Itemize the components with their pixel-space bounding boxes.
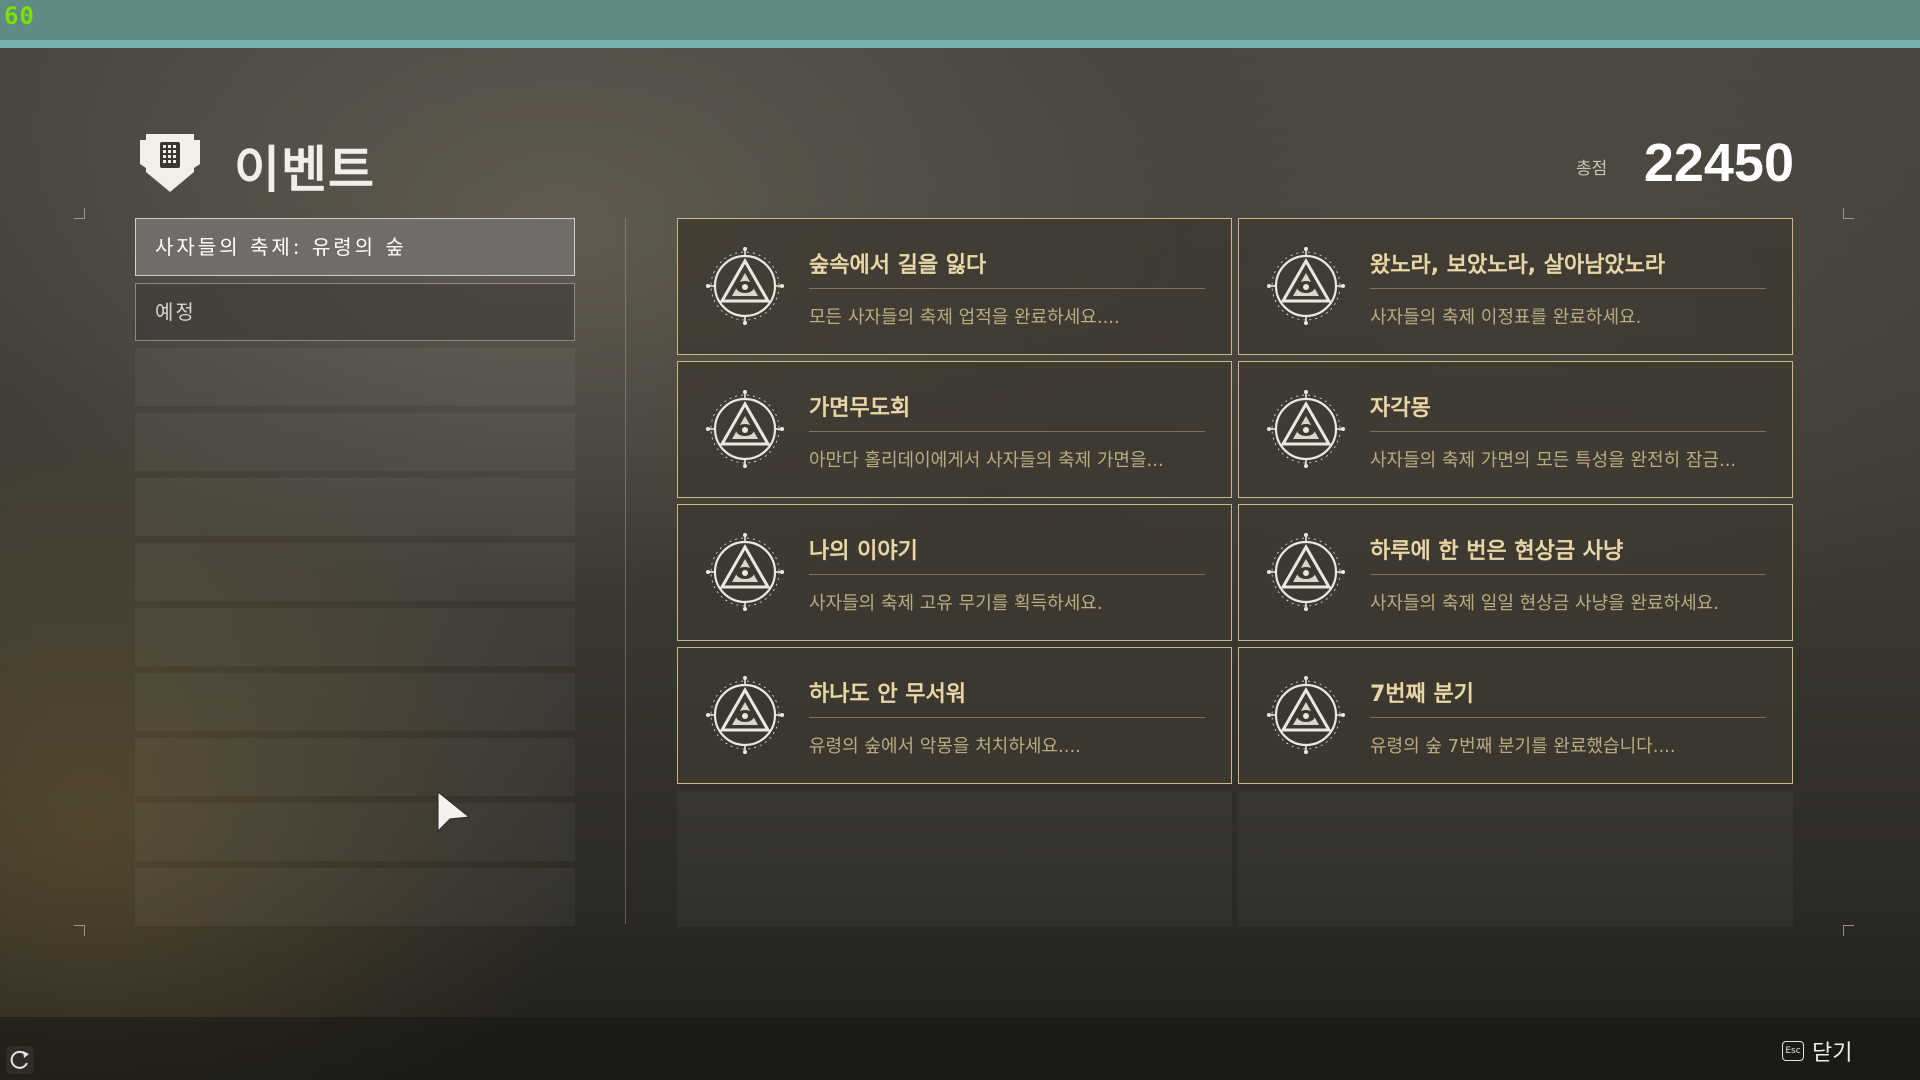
title-divider bbox=[1370, 574, 1766, 575]
triumph-card[interactable]: 나의 이야기 사자들의 축제 고유 무기를 획득하세요. bbox=[677, 504, 1232, 641]
sidebar-item-festival-of-the-lost[interactable]: 사자들의 축제: 유령의 숲 bbox=[135, 218, 575, 276]
triumph-card[interactable]: 하루에 한 번은 현상금 사냥 사자들의 축제 일일 현상금 사냥을 완료하세요… bbox=[1238, 504, 1793, 641]
top-accent-line bbox=[0, 40, 1920, 48]
festival-emblem-icon bbox=[702, 243, 788, 329]
triumph-title: 7번째 분기 bbox=[1370, 682, 1474, 707]
festival-emblem-icon bbox=[702, 529, 788, 615]
event-list-sidebar: 사자들의 축제: 유령의 숲 예정 bbox=[135, 218, 575, 933]
top-status-bar: 60 bbox=[0, 0, 1920, 40]
frame-corner bbox=[74, 208, 85, 219]
frame-corner bbox=[74, 925, 85, 936]
title-divider bbox=[809, 717, 1205, 718]
festival-emblem-icon bbox=[702, 672, 788, 758]
close-button[interactable]: Esc 닫기 bbox=[1782, 1036, 1852, 1066]
triumph-description: 유령의 숲에서 악몽을 처치하세요.... bbox=[809, 736, 1081, 757]
festival-emblem-icon bbox=[1263, 386, 1349, 472]
sidebar-empty-slot bbox=[135, 738, 575, 796]
sidebar-empty-slot bbox=[135, 478, 575, 536]
fps-counter: 60 bbox=[4, 2, 35, 30]
sidebar-empty-slot bbox=[135, 803, 575, 861]
title-divider bbox=[809, 288, 1205, 289]
score-value: 22450 bbox=[1643, 133, 1794, 193]
score-label: 총점 bbox=[1576, 159, 1608, 179]
frame-corner bbox=[1843, 208, 1854, 219]
sidebar-item-label: 예정 bbox=[155, 300, 196, 324]
triumph-description: 사자들의 축제 일일 현상금 사냥을 완료하세요. bbox=[1370, 593, 1719, 614]
empty-card-slot bbox=[1238, 790, 1793, 927]
sidebar-item-label: 사자들의 축제: 유령의 숲 bbox=[155, 235, 407, 259]
triumph-card[interactable]: 자각몽 사자들의 축제 가면의 모든 특성을 완전히 잠금... bbox=[1238, 361, 1793, 498]
frame-corner bbox=[1843, 925, 1854, 936]
triumph-title: 하나도 안 무서워 bbox=[809, 682, 966, 707]
sidebar-empty-slot bbox=[135, 673, 575, 731]
triumph-description: 모든 사자들의 축제 업적을 완료하세요.... bbox=[809, 307, 1120, 328]
triumph-card[interactable]: 숲속에서 길을 잃다 모든 사자들의 축제 업적을 완료하세요.... bbox=[677, 218, 1232, 355]
triumph-description: 유령의 숲 7번째 분기를 완료했습니다.... bbox=[1370, 736, 1676, 757]
sidebar-empty-slot bbox=[135, 348, 575, 406]
triumph-description: 아만다 홀리데이에게서 사자들의 축제 가면을... bbox=[809, 450, 1164, 471]
triumph-description: 사자들의 축제 이정표를 완료하세요. bbox=[1370, 307, 1642, 328]
triumph-title: 하루에 한 번은 현상금 사냥 bbox=[1370, 539, 1624, 564]
event-shield-icon bbox=[140, 134, 200, 192]
triumph-title: 가면무도회 bbox=[809, 396, 911, 421]
festival-emblem-icon bbox=[702, 386, 788, 472]
empty-card-slot bbox=[677, 790, 1232, 927]
festival-emblem-icon bbox=[1263, 243, 1349, 329]
sidebar-empty-slot bbox=[135, 413, 575, 471]
sidebar-empty-slot bbox=[135, 543, 575, 601]
triumph-card[interactable]: 가면무도회 아만다 홀리데이에게서 사자들의 축제 가면을... bbox=[677, 361, 1232, 498]
mouse-cursor-icon bbox=[437, 791, 471, 833]
page-title: 이벤트 bbox=[234, 141, 375, 199]
sidebar-item-upcoming[interactable]: 예정 bbox=[135, 283, 575, 341]
title-divider bbox=[809, 431, 1205, 432]
festival-emblem-icon bbox=[1263, 672, 1349, 758]
title-divider bbox=[1370, 717, 1766, 718]
footer-bar bbox=[0, 1017, 1920, 1080]
triumph-title: 자각몽 bbox=[1370, 396, 1431, 421]
title-divider bbox=[1370, 288, 1766, 289]
refresh-icon[interactable] bbox=[6, 1046, 34, 1074]
triumph-title: 왔노라, 보았노라, 살아남았노라 bbox=[1370, 253, 1666, 278]
esc-key-icon: Esc bbox=[1782, 1041, 1804, 1061]
sidebar-empty-slot bbox=[135, 868, 575, 926]
sidebar-empty-slot bbox=[135, 608, 575, 666]
title-divider bbox=[809, 574, 1205, 575]
triumph-card[interactable]: 왔노라, 보았노라, 살아남았노라 사자들의 축제 이정표를 완료하세요. bbox=[1238, 218, 1793, 355]
festival-emblem-icon bbox=[1263, 529, 1349, 615]
triumph-title: 나의 이야기 bbox=[809, 539, 918, 564]
triumph-description: 사자들의 축제 가면의 모든 특성을 완전히 잠금... bbox=[1370, 450, 1737, 471]
triumph-description: 사자들의 축제 고유 무기를 획득하세요. bbox=[809, 593, 1103, 614]
triumph-card[interactable]: 7번째 분기 유령의 숲 7번째 분기를 완료했습니다.... bbox=[1238, 647, 1793, 784]
triumph-title: 숲속에서 길을 잃다 bbox=[809, 253, 987, 278]
close-label: 닫기 bbox=[1812, 1041, 1853, 1066]
triumph-card[interactable]: 하나도 안 무서워 유령의 숲에서 악몽을 처치하세요.... bbox=[677, 647, 1232, 784]
title-divider bbox=[1370, 431, 1766, 432]
panel-divider bbox=[625, 218, 626, 924]
